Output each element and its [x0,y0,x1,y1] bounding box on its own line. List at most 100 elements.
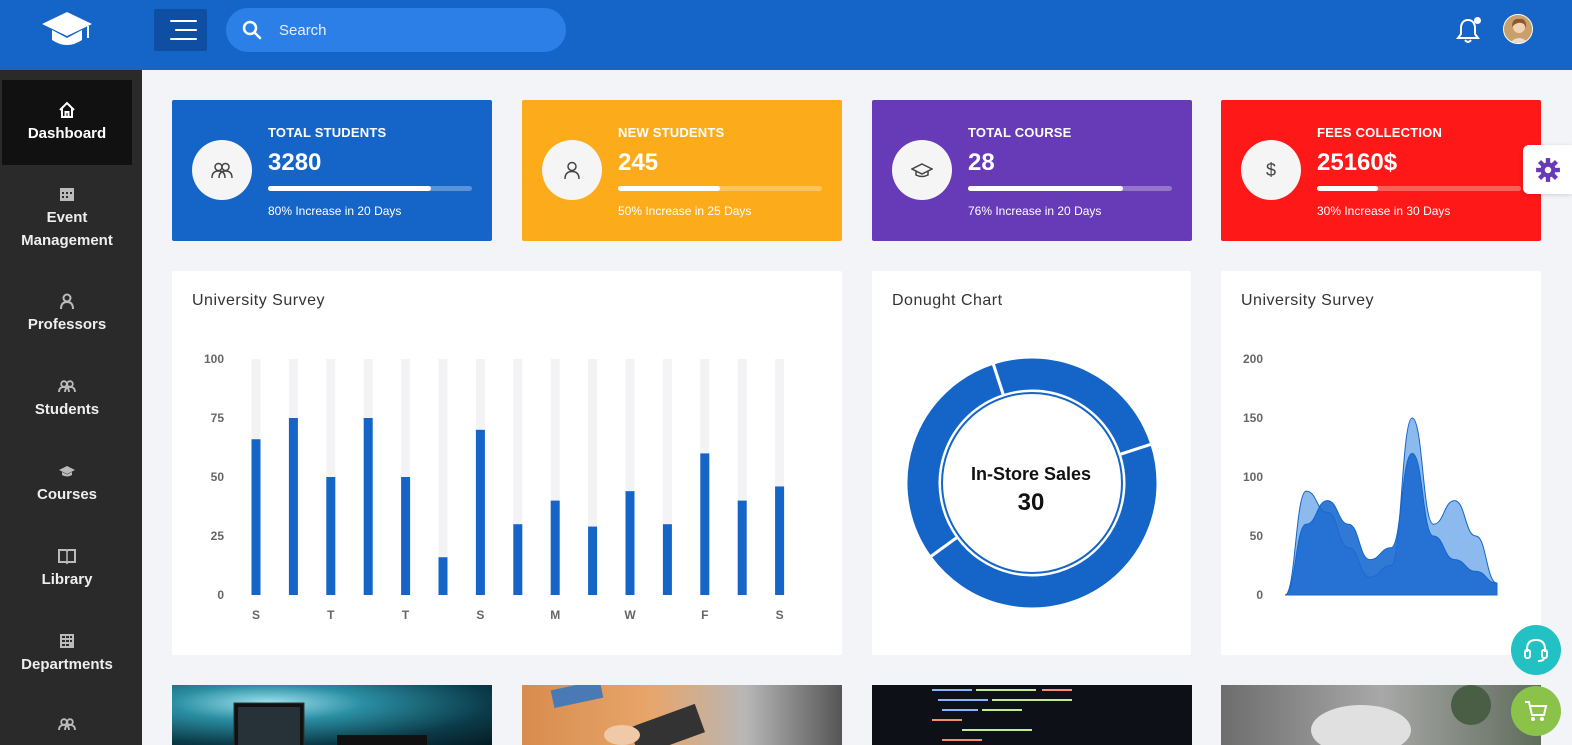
bar [513,524,523,595]
y-tick-label: 200 [1243,352,1263,366]
graduation-cap-logo-icon[interactable] [40,10,94,54]
x-tick-label: F [701,608,708,622]
x-tick-label: S [776,608,784,622]
y-tick-label: 0 [1256,588,1263,602]
bar [700,453,710,595]
y-tick-label: 150 [1243,411,1263,425]
bar [438,557,448,595]
bar [775,486,785,595]
search-icon [242,20,262,40]
headset-icon [1524,638,1548,662]
bar [550,500,560,595]
course-thumbnail-image[interactable] [522,685,842,745]
top-header [0,0,1572,70]
stat-card-total-students: TOTAL STUDENTS 3280 80% Increase in 20 D… [172,100,492,241]
stat-card-total-course: TOTAL COURSE 28 76% Increase in 20 Days [872,100,1192,241]
stat-label: NEW STUDENTS [618,125,725,140]
donut-chart-panel: Donught Chart In-Store Sales 30 [872,271,1191,655]
stat-label: FEES COLLECTION [1317,125,1443,140]
y-tick-label: 100 [204,352,224,366]
course-thumbnail-image[interactable] [1221,685,1541,745]
bar [326,477,336,595]
graduation-cap-icon [892,140,952,200]
stat-label: TOTAL STUDENTS [268,125,387,140]
sidebar-item-partial[interactable] [2,715,132,736]
stat-value: 25160$ [1317,149,1398,176]
settings-gear-button[interactable] [1523,145,1572,194]
user-icon [60,293,74,310]
sidebar-item-departments[interactable]: Departments [2,632,132,676]
search-input[interactable] [279,21,539,39]
sidebar-item-students[interactable]: Students [2,377,132,421]
stat-value: 3280 [268,149,322,176]
bar [737,500,747,595]
bar [475,429,485,595]
stat-note: 30% Increase in 30 Days [1317,204,1451,218]
book-icon [58,549,76,565]
y-tick-label: 100 [1243,470,1263,484]
calendar-icon [60,188,74,201]
x-tick-label: M [550,608,560,622]
area-chart-panel: University Survey 0 50 100 150 200 [1221,271,1541,655]
user-avatar[interactable] [1503,14,1533,44]
bar [401,477,411,595]
stat-note: 80% Increase in 20 Days [268,204,402,218]
sidebar-item-label: Dashboard [27,124,107,142]
bar [363,418,373,595]
sidebar-item-label: Courses [36,486,98,503]
hamburger-menu-button[interactable] [154,9,207,51]
sidebar-item-event-management[interactable]: Event Management [2,185,132,252]
stat-progress-bar [618,186,822,191]
stat-progress-fill [268,186,432,191]
support-chat-button[interactable] [1511,625,1561,675]
notification-dot [1474,17,1481,24]
stat-progress-fill [968,186,1124,191]
bar-chart: 0 25 50 75 100 S T T S M W F S [204,352,785,622]
bar [588,526,598,595]
sidebar-item-dashboard[interactable]: Dashboard [2,80,132,165]
graduation-cap-icon [59,466,75,477]
y-tick-label: 75 [211,411,225,425]
dollar-icon: $ [1241,140,1301,200]
donut-center-label: In-Store Sales [971,464,1091,484]
y-tick-label: 50 [1250,529,1264,543]
stat-label: TOTAL COURSE [968,125,1072,140]
stat-card-fees-collection: $ FEES COLLECTION 25160$ 30% Increase in… [1221,100,1541,241]
bar [288,418,298,595]
stat-progress-bar [268,186,472,191]
x-tick-label: S [252,608,260,622]
y-tick-label: 0 [217,588,224,602]
building-icon [60,634,74,648]
stat-progress-fill [618,186,720,191]
cart-button[interactable] [1511,686,1561,736]
bar [251,439,261,595]
sidebar-item-label: Students [34,401,100,418]
gear-icon [1535,157,1560,182]
stat-progress-bar [968,186,1172,191]
x-tick-label: W [624,608,636,622]
users-icon [58,380,76,393]
bar [625,491,635,595]
course-thumbnail-image[interactable] [872,685,1192,745]
svg-text:$: $ [1266,160,1276,180]
users-icon [192,140,252,200]
x-tick-label: T [327,608,335,622]
users-icon [58,718,76,731]
search-bar[interactable] [226,8,566,52]
y-tick-label: 50 [211,470,225,484]
stat-progress-bar [1317,186,1521,191]
bar-chart-panel: University Survey 0 25 50 75 100 S T T S M W F S [172,271,842,655]
stat-note: 76% Increase in 20 Days [968,204,1102,218]
course-thumbnail-image[interactable] [172,685,492,745]
stat-value: 28 [968,149,995,176]
sidebar-item-label: Departments [21,656,113,673]
user-icon [542,140,602,200]
donut-chart: In-Store Sales 30 [904,355,1160,611]
cart-icon [1525,701,1548,721]
sidebar-item-library[interactable]: Library [2,547,132,591]
sidebar-item-courses[interactable]: Courses [2,462,132,506]
home-icon [59,101,75,118]
sidebar-item-professors[interactable]: Professors [2,292,132,336]
sidebar-item-label: Event Management [21,209,113,249]
sidebar: Dashboard Event Management Professors St… [0,70,142,745]
